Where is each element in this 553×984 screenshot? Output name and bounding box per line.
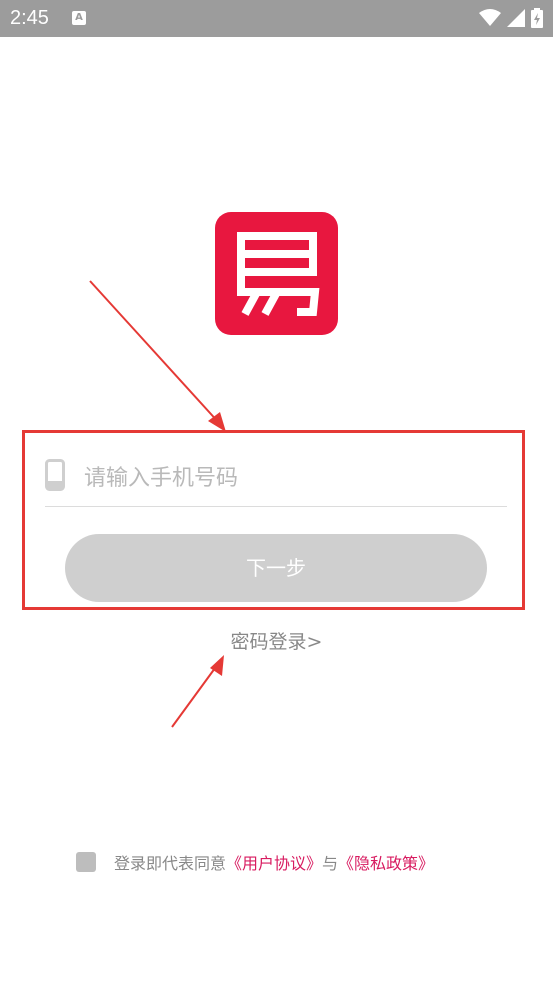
input-divider bbox=[45, 506, 507, 507]
user-agreement-link[interactable]: 《用户协议》 bbox=[226, 850, 322, 874]
agreement-prefix-text: 登录即代表同意 bbox=[114, 854, 227, 873]
privacy-policy-link[interactable]: 《隐私政策》 bbox=[338, 850, 434, 874]
phone-number-input[interactable] bbox=[84, 458, 504, 498]
agreement-conjunction-text: 与 bbox=[322, 854, 339, 873]
password-login-link[interactable]: 密码登录> bbox=[0, 627, 553, 654]
next-step-button[interactable]: 下一步 bbox=[65, 534, 487, 602]
agreement-row: 登录即代表同意 《用户协议》 与 《隐私政策》 bbox=[76, 850, 434, 874]
agreement-checkbox[interactable] bbox=[76, 852, 96, 872]
phone-icon bbox=[45, 459, 65, 491]
